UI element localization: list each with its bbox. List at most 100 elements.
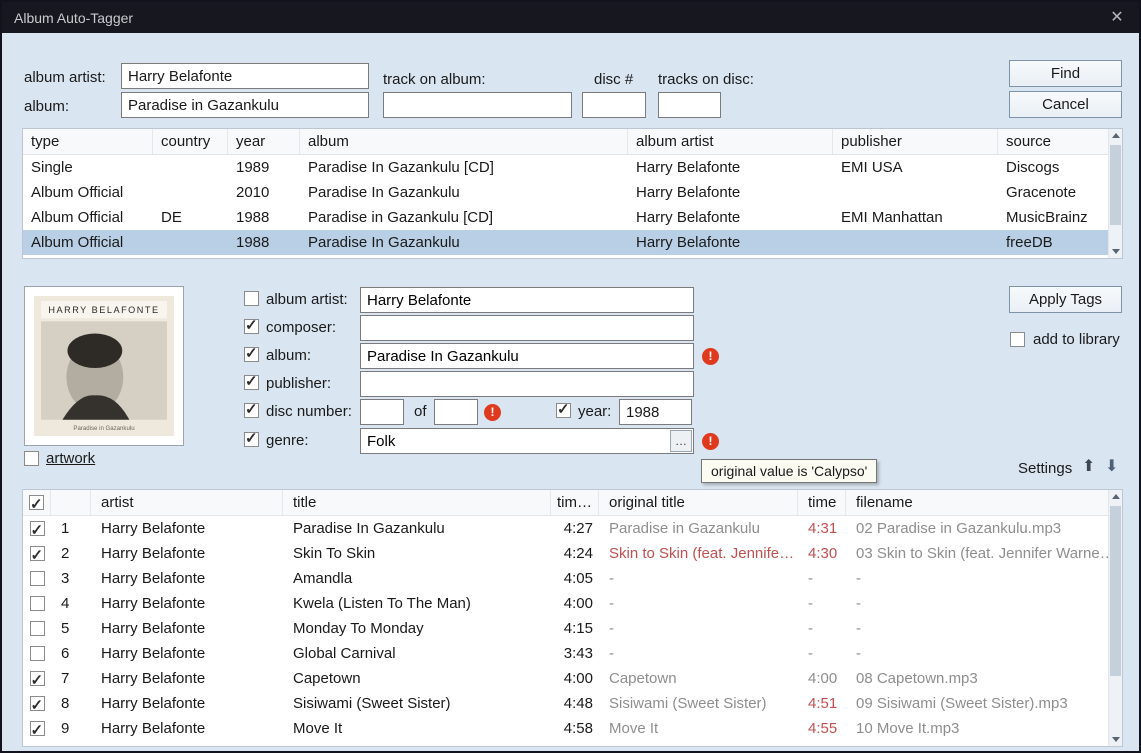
close-icon[interactable]: ✕	[1095, 2, 1139, 33]
track-row[interactable]: 9 Harry Belafonte Move It 4:58 Move It 4…	[23, 716, 1108, 741]
tracks-column-title[interactable]: title	[283, 490, 551, 515]
track-checkbox[interactable]	[29, 571, 45, 586]
tag-field-input[interactable]	[360, 287, 694, 313]
track-original-time: 4:51	[808, 695, 838, 712]
track-number: 8	[61, 695, 70, 712]
disc-count-input[interactable]	[434, 399, 478, 425]
genre-input[interactable]	[360, 428, 694, 454]
track-original-title: -	[609, 595, 614, 612]
track-filename: -	[856, 645, 861, 662]
tag-field-label: composer:	[266, 319, 337, 336]
results-column-header[interactable]: album artist	[628, 129, 833, 154]
results-scrollbar[interactable]	[1108, 129, 1122, 258]
scroll-down-icon[interactable]	[1109, 732, 1122, 746]
disc-of-label: of	[414, 403, 427, 420]
tracks-column-number[interactable]	[51, 490, 91, 515]
track-checkbox[interactable]	[29, 668, 45, 691]
search-album-input[interactable]	[121, 92, 369, 118]
result-country	[153, 180, 228, 205]
results-column-header[interactable]: country	[153, 129, 228, 154]
track-filename: 08 Capetown.mp3	[856, 670, 978, 687]
tag-field-input[interactable]	[360, 315, 694, 341]
artwork-checkbox[interactable]	[24, 451, 39, 466]
select-all-checkbox[interactable]	[29, 492, 44, 515]
results-column-header[interactable]: year	[228, 129, 300, 154]
genre-browse-button[interactable]: …	[670, 430, 692, 452]
results-column-header[interactable]: publisher	[833, 129, 998, 154]
year-checkbox[interactable]	[556, 400, 571, 418]
track-row[interactable]: 8 Harry Belafonte Sisiwami (Sweet Sister…	[23, 691, 1108, 716]
track-checkbox[interactable]	[29, 646, 45, 661]
tracks-column-time[interactable]: time	[798, 490, 846, 515]
apply-tags-button[interactable]: Apply Tags	[1009, 286, 1122, 313]
track-time-new: 4:58	[563, 720, 593, 737]
track-original-time: -	[808, 620, 813, 637]
disc-number-search-input[interactable]	[582, 92, 646, 118]
result-album-artist: Harry Belafonte	[636, 234, 741, 251]
track-filename: 10 Move It.mp3	[856, 720, 960, 737]
track-checkbox[interactable]	[29, 596, 45, 611]
tag-field-input[interactable]	[360, 343, 694, 369]
disc-number-input[interactable]	[360, 399, 404, 425]
result-publisher	[833, 230, 998, 255]
track-checkbox[interactable]	[29, 621, 45, 636]
track-checkbox-cell	[23, 691, 51, 716]
move-down-icon[interactable]: ⬇	[1105, 457, 1118, 477]
artwork-label[interactable]: artwork	[46, 450, 95, 467]
scroll-up-icon[interactable]	[1109, 129, 1122, 143]
track-row[interactable]: 6 Harry Belafonte Global Carnival 3:43 -…	[23, 641, 1108, 666]
track-checkbox[interactable]	[29, 718, 45, 741]
tracks-column-artist[interactable]: artist	[91, 490, 283, 515]
scrollbar-thumb[interactable]	[1110, 506, 1121, 676]
tracks-column-time-new[interactable]: tim…	[551, 490, 599, 515]
result-row[interactable]: Album Official 1988 Paradise In Gazankul…	[23, 230, 1108, 255]
add-to-library-checkbox[interactable]	[1010, 332, 1025, 347]
track-checkbox[interactable]	[29, 693, 45, 716]
track-row[interactable]: 3 Harry Belafonte Amandla 4:05 - - -	[23, 566, 1108, 591]
genre-checkbox[interactable]	[244, 429, 259, 447]
track-artist: Harry Belafonte	[101, 595, 206, 612]
track-checkbox[interactable]	[29, 543, 45, 566]
find-button[interactable]: Find	[1009, 60, 1122, 87]
tracks-column-original-title[interactable]: original title	[599, 490, 798, 515]
tracks-scrollbar[interactable]	[1108, 490, 1122, 746]
move-up-icon[interactable]: ⬆	[1082, 457, 1095, 477]
year-input[interactable]	[619, 399, 692, 425]
disc-number-checkbox[interactable]	[244, 400, 259, 418]
track-row[interactable]: 4 Harry Belafonte Kwela (Listen To The M…	[23, 591, 1108, 616]
results-column-header[interactable]: type	[23, 129, 153, 154]
tag-field-checkbox[interactable]	[244, 316, 259, 334]
track-row[interactable]: 7 Harry Belafonte Capetown 4:00 Capetown…	[23, 666, 1108, 691]
select-all-cell	[23, 490, 51, 515]
track-artist: Harry Belafonte	[101, 670, 206, 687]
track-row[interactable]: 5 Harry Belafonte Monday To Monday 4:15 …	[23, 616, 1108, 641]
track-filename: -	[856, 620, 861, 637]
track-row[interactable]: 1 Harry Belafonte Paradise In Gazankulu …	[23, 516, 1108, 541]
tag-field-input[interactable]	[360, 371, 694, 397]
track-row[interactable]: 2 Harry Belafonte Skin To Skin 4:24 Skin…	[23, 541, 1108, 566]
track-checkbox[interactable]	[29, 518, 45, 541]
track-on-album-input[interactable]	[383, 92, 572, 118]
settings-label[interactable]: Settings	[1018, 460, 1072, 477]
result-row[interactable]: Album Official DE 1988 Paradise in Gazan…	[23, 205, 1108, 230]
result-source: freeDB	[1006, 234, 1053, 251]
tag-field-checkbox[interactable]	[244, 291, 259, 306]
results-column-header[interactable]: source	[998, 129, 1108, 154]
scroll-up-icon[interactable]	[1109, 490, 1122, 504]
scrollbar-thumb[interactable]	[1110, 145, 1121, 225]
tag-field-checkbox[interactable]	[244, 344, 259, 362]
cancel-button[interactable]: Cancel	[1009, 91, 1122, 118]
tracks-column-filename[interactable]: filename	[846, 490, 1108, 515]
track-artist: Harry Belafonte	[101, 620, 206, 637]
track-original-title: -	[609, 620, 614, 637]
tracks-on-disc-input[interactable]	[658, 92, 721, 118]
results-column-header[interactable]: album	[300, 129, 628, 154]
track-original-title: Paradise in Gazankulu	[609, 520, 760, 537]
scroll-down-icon[interactable]	[1109, 244, 1122, 258]
tag-field-checkbox[interactable]	[244, 372, 259, 390]
result-row[interactable]: Single 1989 Paradise In Gazankulu [CD] H…	[23, 155, 1108, 180]
result-row[interactable]: Album Official 2010 Paradise In Gazankul…	[23, 180, 1108, 205]
track-time-new: 4:27	[563, 520, 593, 537]
search-album-artist-input[interactable]	[121, 63, 369, 89]
album-auto-tagger-window: Album Auto-Tagger ✕ album artist: album:…	[0, 0, 1141, 753]
